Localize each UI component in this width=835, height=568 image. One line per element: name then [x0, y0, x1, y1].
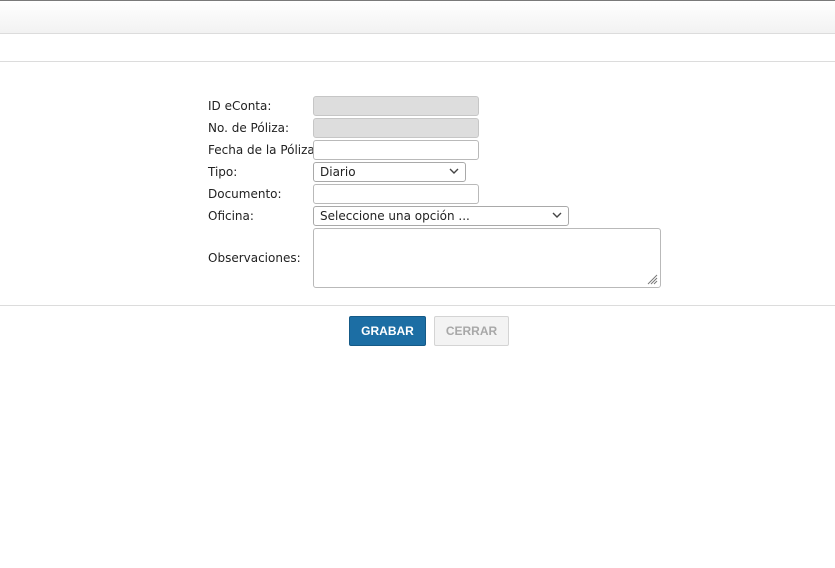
- documento-label: Documento:: [208, 187, 282, 201]
- tipo-label: Tipo:: [208, 165, 238, 179]
- toolbar-band: [0, 34, 835, 62]
- fecha-poliza-label: Fecha de la Póliza:: [208, 143, 319, 157]
- tipo-select[interactable]: Diario: [313, 162, 466, 182]
- id-econta-label: ID eConta:: [208, 99, 272, 113]
- page: ID eConta: No. de Póliza: Fecha de la Pó…: [0, 0, 835, 568]
- oficina-select[interactable]: Seleccione una opción ...: [313, 206, 569, 226]
- observaciones-textarea[interactable]: [313, 228, 661, 288]
- form-divider: [0, 305, 835, 306]
- fecha-poliza-field[interactable]: [313, 140, 479, 160]
- header-bar: [0, 1, 835, 34]
- oficina-label: Oficina:: [208, 209, 254, 223]
- id-econta-field: [313, 96, 479, 116]
- cerrar-button[interactable]: CERRAR: [434, 316, 509, 346]
- chevron-down-icon: [449, 164, 459, 185]
- observaciones-label: Observaciones:: [208, 251, 301, 265]
- chevron-down-icon: [552, 208, 562, 229]
- tipo-select-value: Diario: [320, 165, 356, 179]
- no-poliza-field: [313, 118, 479, 138]
- oficina-select-value: Seleccione una opción ...: [320, 209, 470, 223]
- documento-field[interactable]: [313, 184, 479, 204]
- resize-grip-icon[interactable]: [646, 273, 658, 285]
- no-poliza-label: No. de Póliza:: [208, 121, 290, 135]
- grabar-button[interactable]: GRABAR: [349, 316, 426, 346]
